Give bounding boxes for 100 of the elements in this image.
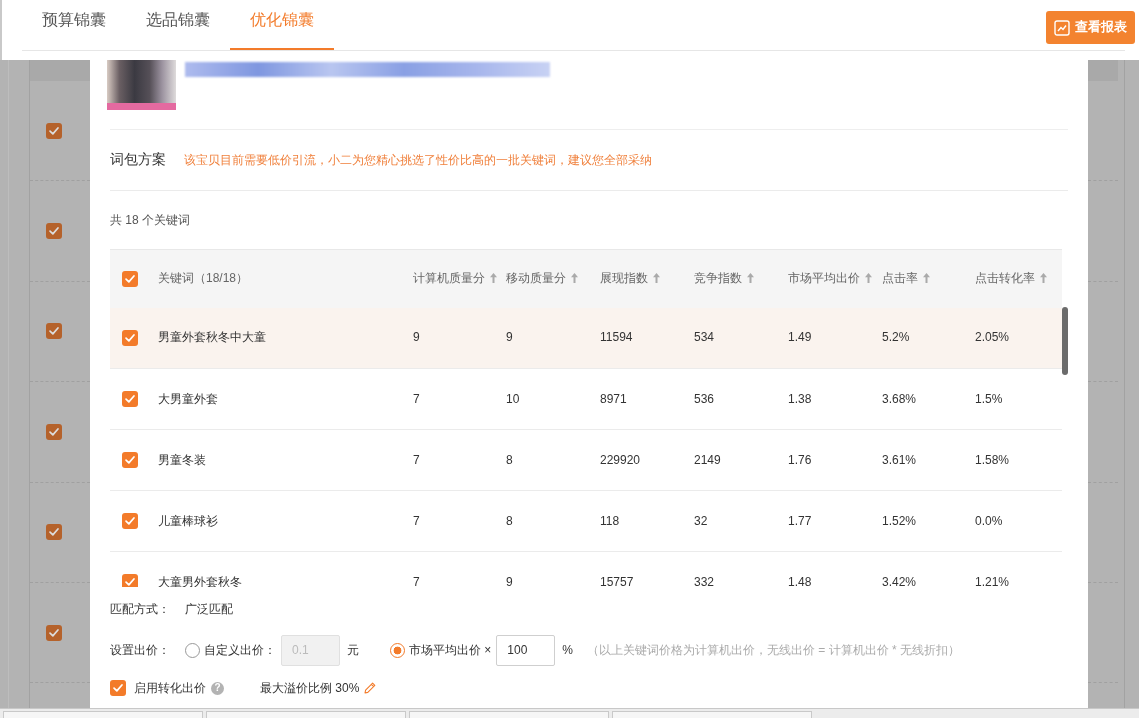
table-cell: 3.68%	[882, 368, 975, 430]
sort-arrow-icon[interactable]	[571, 273, 578, 284]
table-cell: 8	[506, 490, 600, 552]
column-header: 竞争指数	[694, 271, 742, 286]
unit-label: 元	[347, 641, 359, 659]
table-cell: 229920	[600, 429, 694, 491]
sort-arrow-icon[interactable]	[747, 273, 754, 284]
table-cell: 1.5%	[975, 368, 1062, 430]
checkbox[interactable]	[110, 680, 126, 696]
checkmark-icon	[125, 456, 135, 465]
table-cell: 9	[506, 307, 600, 369]
table-row[interactable]: 男童冬装 7 8 229920 2149 1.76 3.61% 1.58%	[110, 429, 1062, 491]
table-cell: 32	[694, 490, 788, 552]
checkmark-icon	[49, 327, 59, 336]
checkbox[interactable]	[122, 513, 138, 530]
bid-input-field[interactable]: 100	[496, 634, 556, 666]
keyword-count: 共 18 个关键词	[110, 211, 190, 229]
table-cell: 2149	[694, 429, 788, 491]
chart-icon	[1054, 19, 1070, 36]
photo-placeholder	[107, 60, 176, 110]
sort-arrow-icon[interactable]	[865, 273, 872, 284]
table-cell: 1.38	[788, 368, 882, 430]
checkmark-icon	[49, 528, 59, 537]
column-header: 展现指数	[600, 271, 648, 286]
section-label: 词包方案	[110, 150, 166, 170]
table-cell: 8	[506, 429, 600, 491]
table-cell: 1.49	[788, 307, 882, 369]
checkbox[interactable]	[122, 271, 138, 288]
column-header: 点击率	[882, 271, 918, 286]
table-row[interactable]: 男童外套秋冬中大童 9 9 11594 534 1.49 5.2% 2.05%	[110, 307, 1062, 369]
tab[interactable]: 预算锦囊	[22, 0, 126, 50]
hint-text: 该宝贝目前需要低价引流，小二为您精心挑选了性价比高的一批关键词，建议您全部采纳	[184, 151, 652, 169]
column-header: 移动质量分	[506, 271, 566, 286]
sort-arrow-icon[interactable]	[1040, 273, 1047, 284]
sort-arrow-icon[interactable]	[490, 273, 497, 284]
table-cell: 534	[694, 307, 788, 369]
checkmark-icon	[125, 517, 135, 526]
table-cell: 15757	[600, 551, 694, 587]
table-row[interactable]: 大童男外套秋冬 7 9 15757 332 1.48 3.42% 1.21%	[110, 551, 1062, 587]
table-cell: 儿童棒球衫	[158, 490, 413, 552]
field-label: 匹配方式：	[110, 600, 171, 618]
table-row[interactable]: 大男童外套 7 10 8971 536 1.38 3.68% 1.5%	[110, 368, 1062, 430]
pencil-icon[interactable]	[364, 682, 377, 694]
sort-arrow-icon[interactable]	[653, 273, 660, 284]
table-cell: 5.2%	[882, 307, 975, 369]
table-row[interactable]: 儿童棒球衫 7 8 118 32 1.77 1.52% 0.0%	[110, 490, 1062, 552]
table-cell: 10	[506, 368, 600, 430]
checkbox[interactable]	[122, 330, 138, 347]
sort-arrow-icon[interactable]	[923, 273, 930, 284]
tab[interactable]: 选品锦囊	[126, 0, 230, 50]
checkmark-icon	[125, 578, 135, 587]
table-cell: 1.76	[788, 429, 882, 491]
checkmark-icon	[125, 395, 135, 404]
table-cell: 9	[506, 551, 600, 587]
table-cell: 1.77	[788, 490, 882, 552]
scrollbar-thumb[interactable]	[1062, 307, 1068, 375]
checkbox[interactable]	[122, 452, 138, 469]
table-cell: 7	[413, 368, 506, 430]
checkbox[interactable]	[46, 323, 62, 340]
checkbox[interactable]	[46, 223, 62, 240]
table-cell: 7	[413, 551, 506, 587]
checkbox[interactable]	[46, 524, 62, 541]
table-cell: 1.21%	[975, 551, 1062, 587]
checkbox[interactable]	[46, 624, 62, 641]
table-cell: 男童冬装	[158, 429, 413, 491]
table-cell: 1.48	[788, 551, 882, 587]
table-cell: 7	[413, 490, 506, 552]
column-header: 市场平均出价	[788, 271, 860, 286]
table-cell: 7	[413, 429, 506, 491]
table-cell: 大男童外套	[158, 368, 413, 430]
checkbox-label: 启用转化出价	[134, 679, 206, 697]
table-cell: 2.05%	[975, 307, 1062, 369]
column-header: 计算机质量分	[413, 271, 485, 286]
checkmark-icon	[125, 334, 135, 343]
table-cell: 8971	[600, 368, 694, 430]
table-cell: 9	[413, 307, 506, 369]
table-cell: 男童外套秋冬中大童	[158, 307, 413, 369]
table-cell: 0.0%	[975, 490, 1062, 552]
checkmark-icon	[125, 275, 135, 284]
column-header: 点击转化率	[975, 271, 1035, 286]
checkmark-icon	[49, 628, 59, 637]
field-label: 设置出价：	[110, 641, 171, 659]
checkmark-icon	[49, 227, 59, 236]
checkbox[interactable]	[46, 423, 62, 440]
field-value: 广泛匹配	[185, 600, 233, 618]
table-cell: 1.52%	[882, 490, 975, 552]
table-cell: 11594	[600, 307, 694, 369]
checkmark-icon	[49, 427, 59, 436]
checkbox[interactable]	[122, 574, 138, 587]
table-cell: 大童男外套秋冬	[158, 551, 413, 587]
unit-label: %	[562, 641, 573, 659]
radio-button[interactable]	[390, 642, 405, 658]
table-cell: 118	[600, 490, 694, 552]
checkmark-icon	[113, 684, 123, 692]
option-label[interactable]: 市场平均出价 ×	[409, 641, 492, 659]
table-cell: 332	[694, 551, 788, 587]
checkbox[interactable]	[122, 391, 138, 408]
table-cell: 536	[694, 368, 788, 430]
checkbox[interactable]	[46, 122, 62, 139]
checkmark-icon	[49, 126, 59, 135]
